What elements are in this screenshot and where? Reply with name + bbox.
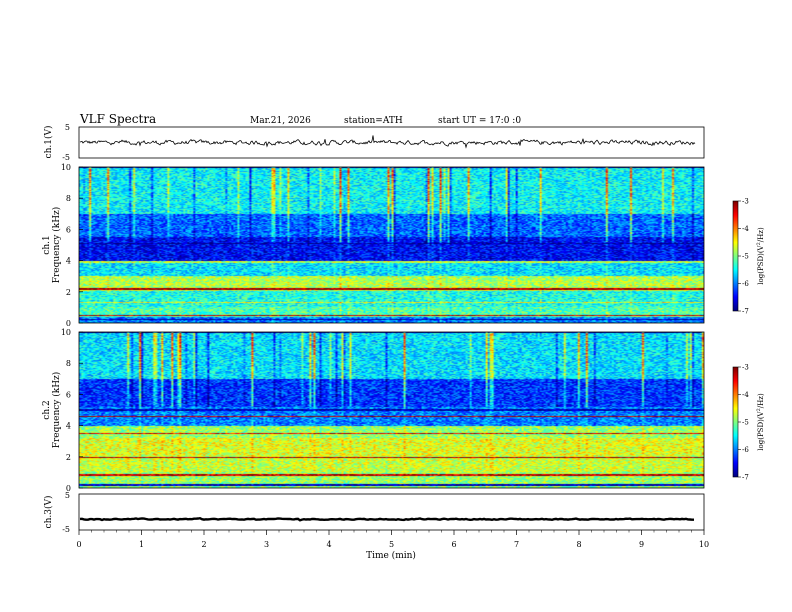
ch1-colorbar	[733, 201, 738, 311]
figure-title: VLF Spectra	[79, 112, 156, 126]
ch2-colorbar-ticklabel: -7	[742, 474, 749, 482]
station-label: station=ATH	[344, 116, 403, 126]
ch3-ytick-bottom: -5	[62, 525, 70, 534]
ch1-spectro-yticklabel: 2	[66, 288, 71, 297]
ch1-ytick-top: 5	[65, 123, 70, 132]
ch2-spectro-yticklabel: 10	[61, 328, 71, 337]
date-label: Mar.21, 2026	[250, 116, 311, 126]
panel-ch1-spectrogram: 0246810 ch.1 Frequency (kHz) -3-4-5-6-7 …	[42, 163, 765, 328]
ch1-spectro-yticklabel: 6	[66, 225, 71, 234]
ch1-colorbar-ticklabel: -6	[742, 280, 749, 288]
x-ticklabel: 8	[576, 540, 581, 549]
x-ticklabel: 10	[699, 540, 709, 549]
ch1-colorbar-ticklabel: -7	[742, 308, 749, 316]
ch2-colorbar-ticklabel: -5	[742, 419, 749, 427]
ch2-colorbar-ticklabel: -3	[742, 364, 749, 372]
x-ticklabel: 2	[201, 540, 206, 549]
ch1-ytick-bottom: -5	[62, 153, 70, 162]
x-ticklabel: 0	[76, 540, 81, 549]
ch2-colorbar-label: log(PSD)(V2/Hz)	[756, 393, 765, 451]
panel-ch1-voltage: 5 -5 ch.1(V)	[43, 123, 705, 162]
ch1-ylabel: ch.1(V)	[43, 126, 54, 159]
panel-ch3-voltage: 5 -5 ch.3(V) 0 1 2 3 4 5 6 7 8 9 10 Time (min)	[43, 491, 709, 561]
ch2-spectro-ylabel-channel: ch.2	[42, 400, 52, 419]
ch2-spectro-yticklabel: 8	[66, 359, 71, 368]
ch2-colorbar	[733, 367, 738, 477]
ch2-spectro-yticklabel: 2	[66, 453, 71, 462]
ch3-waveform	[79, 516, 694, 522]
start-time-label: start UT = 17:0 :0	[438, 116, 521, 126]
panel-ch2-spectrogram: 0246810 ch.2 Frequency (kHz) -3-4-5-6-7 …	[42, 328, 765, 493]
ch1-spectro-yticklabel: 0	[66, 319, 71, 328]
ch1-colorbar-label: log(PSD)(V2/Hz)	[756, 227, 765, 285]
ch2-spectrogram-image	[79, 332, 704, 488]
ch1-spectro-yticklabel: 10	[61, 163, 71, 172]
ch1-colorbar-ticklabel: -3	[742, 198, 749, 206]
x-ticklabel: 7	[514, 540, 519, 549]
x-ticklabel: 9	[639, 540, 644, 549]
ch1-spectrogram-image	[79, 167, 704, 323]
ch1-colorbar-ticklabel: -4	[742, 225, 749, 233]
ch2-spectro-ylabel-freq: Frequency (kHz)	[51, 372, 62, 449]
ch1-spectro-yticklabel: 4	[66, 257, 71, 266]
vlf-figure: VLF Spectra Mar.21, 2026 station=ATH sta…	[42, 112, 765, 561]
ch1-spectro-ylabel-freq: Frequency (kHz)	[51, 207, 62, 284]
x-ticklabel: 3	[264, 540, 269, 549]
ch3-ylabel: ch.3(V)	[43, 496, 54, 529]
ch1-spectro-yticklabel: 8	[66, 194, 71, 203]
ch2-colorbar-ticklabel: -6	[742, 446, 749, 454]
ch2-colorbar-ticklabel: -4	[742, 391, 749, 399]
ch3-ytick-top: 5	[65, 491, 70, 500]
ch1-spectro-ylabel-channel: ch.1	[42, 235, 52, 254]
x-axis-label: Time (min)	[366, 550, 416, 561]
x-ticklabel: 1	[139, 540, 144, 549]
ch2-spectro-yticklabel: 4	[66, 422, 71, 431]
x-ticklabel: 6	[451, 540, 456, 549]
x-ticklabel: 5	[389, 540, 394, 549]
x-ticklabel: 4	[326, 540, 331, 549]
ch1-colorbar-ticklabel: -5	[742, 253, 749, 261]
ch2-spectro-yticklabel: 6	[66, 390, 71, 399]
